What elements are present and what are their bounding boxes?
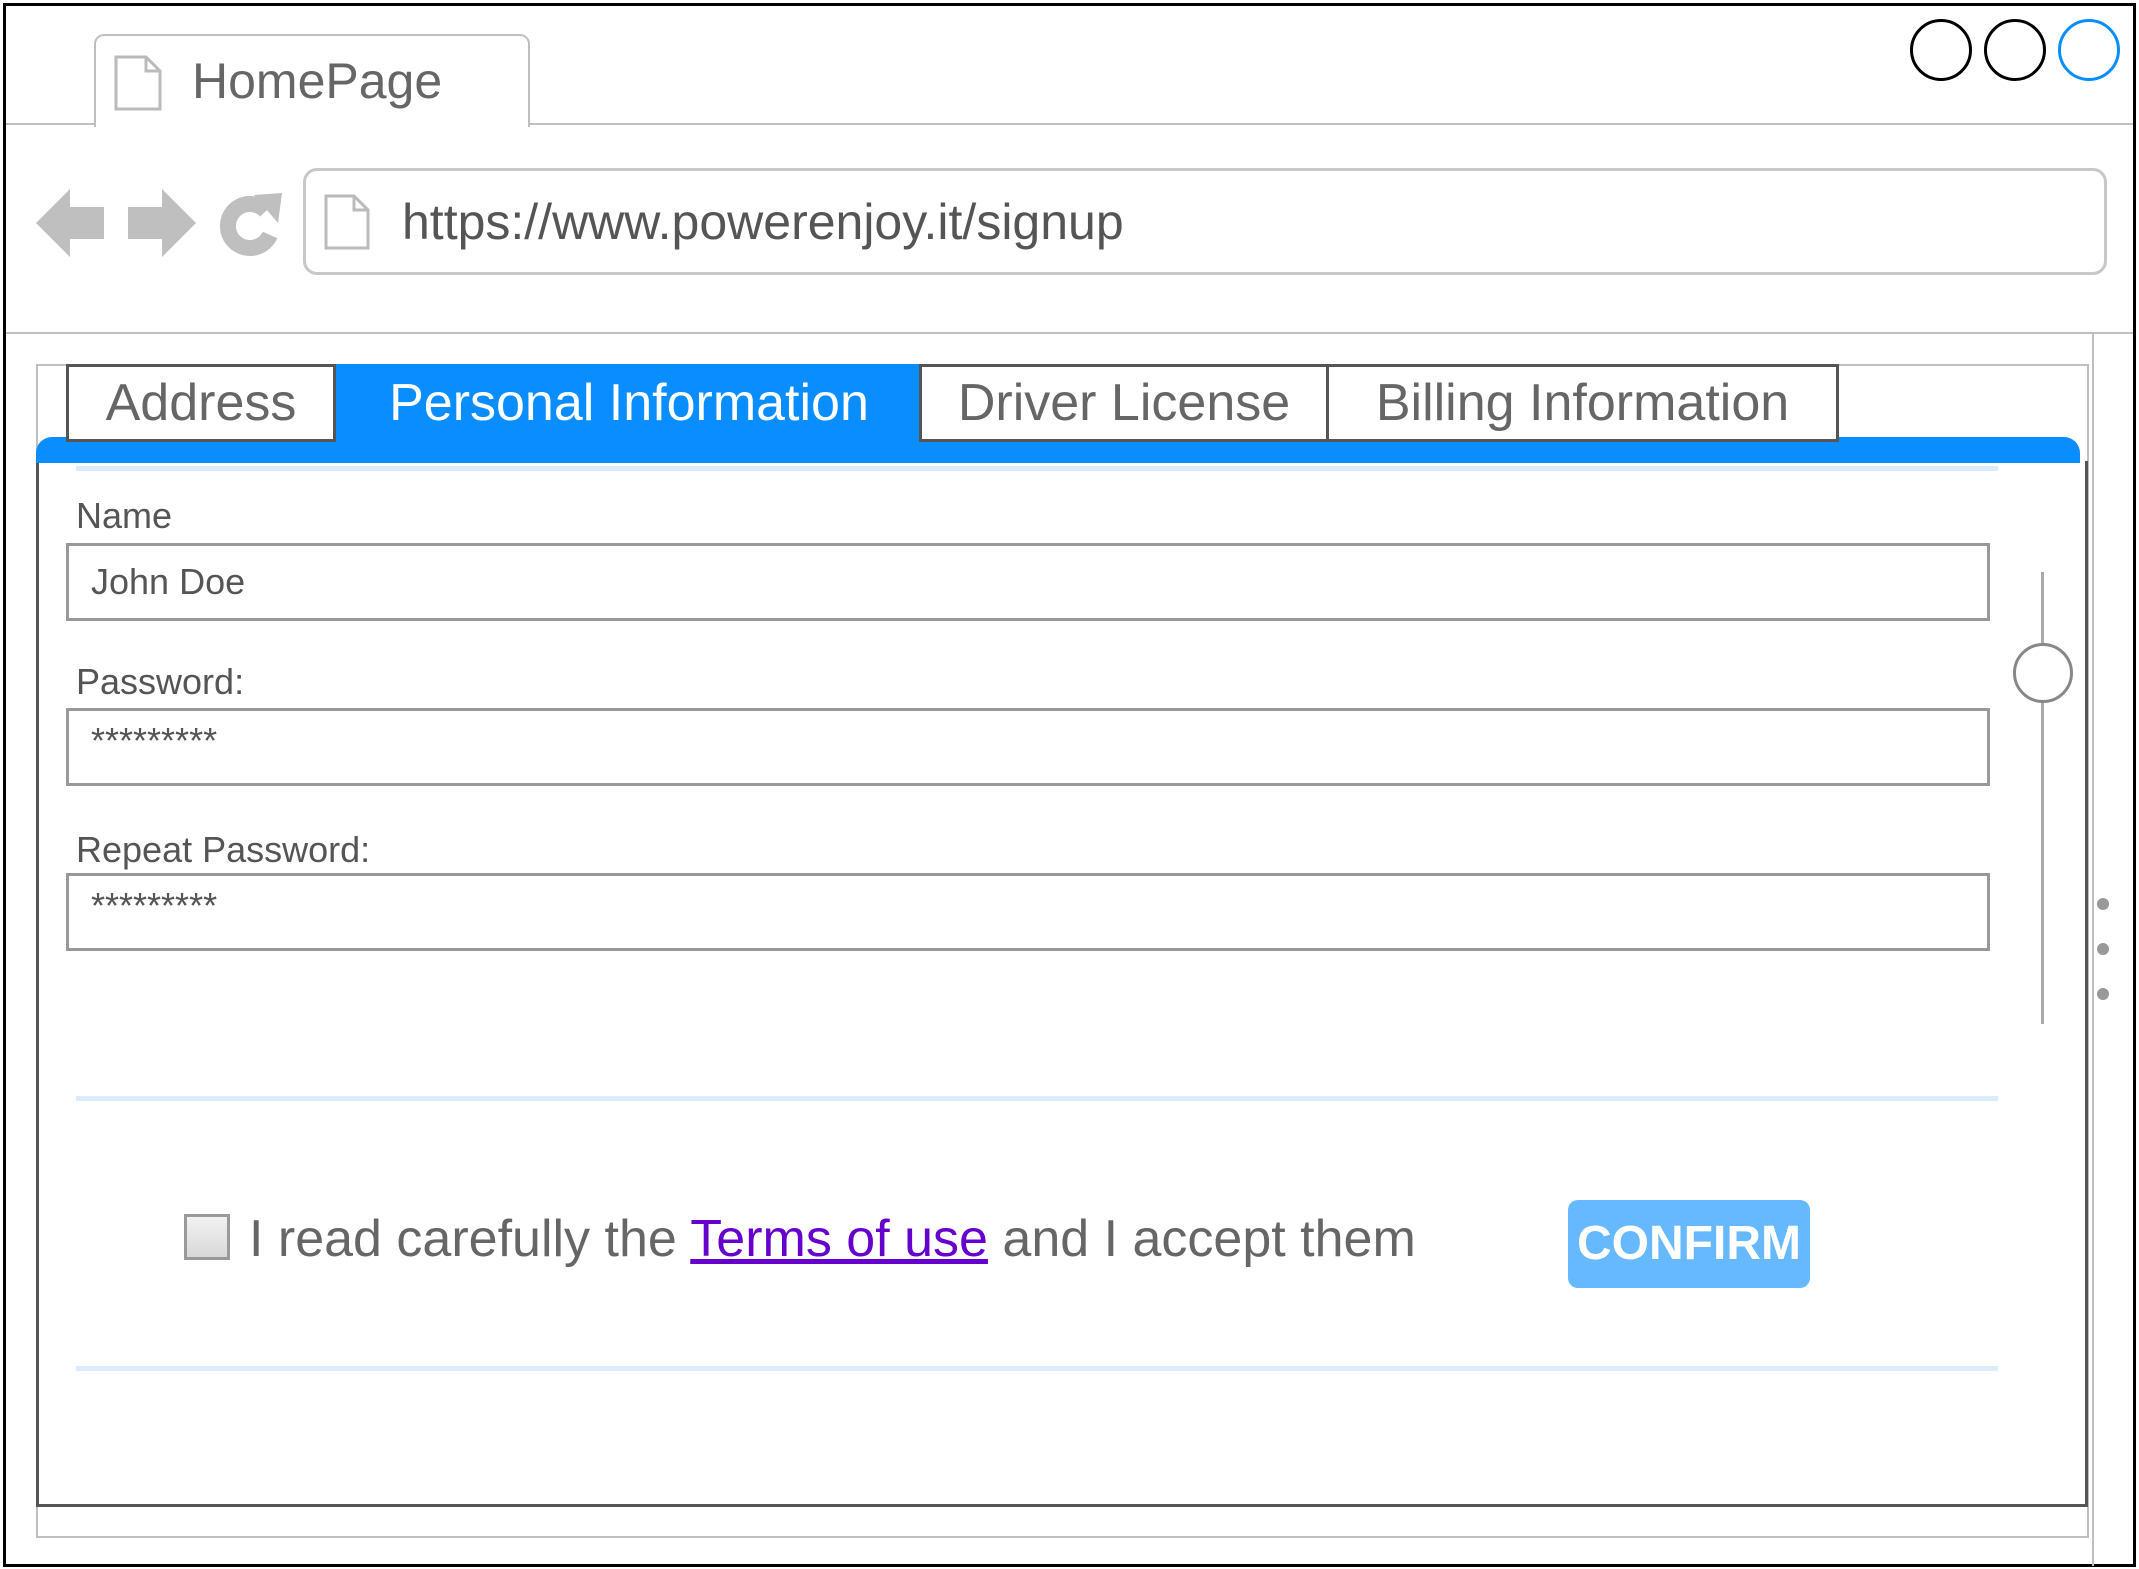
name-label: Name: [76, 495, 173, 536]
confirm-button[interactable]: CONFIRM: [1568, 1200, 1810, 1288]
form-scrollbar-thumb[interactable]: [2013, 643, 2073, 703]
url-text[interactable]: https://www.powerenjoy.it/signup: [402, 193, 1124, 251]
window-scrollbar-track[interactable]: [2092, 332, 2094, 1566]
close-button[interactable]: [2058, 19, 2120, 81]
name-input[interactable]: John Doe: [66, 543, 1990, 621]
divider: [76, 466, 1998, 471]
terms-text: I read carefully the Terms of use and I …: [249, 1208, 1416, 1270]
repeat-password-label: Repeat Password:: [76, 829, 371, 870]
tab-billing-information[interactable]: Billing Information: [1326, 364, 1839, 442]
reload-icon[interactable]: [216, 185, 286, 261]
terms-checkbox[interactable]: [184, 1214, 230, 1260]
browser-window: HomePage https://www.powerenjoy.it/signu…: [0, 0, 2139, 1569]
repeat-password-input[interactable]: *********: [66, 873, 1990, 951]
terms-prefix: I read carefully the: [249, 1210, 677, 1268]
password-input[interactable]: *********: [66, 708, 1990, 786]
minimize-button[interactable]: [1910, 19, 1972, 81]
forward-arrow-icon[interactable]: [126, 185, 196, 261]
divider: [76, 1366, 1998, 1371]
scroll-dot: [2097, 943, 2109, 955]
password-label: Password:: [76, 661, 245, 702]
page-icon: [324, 194, 370, 250]
maximize-button[interactable]: [1984, 19, 2046, 81]
scroll-dot: [2097, 988, 2109, 1000]
page-icon: [114, 55, 162, 111]
terms-suffix: and I accept them: [1002, 1210, 1416, 1268]
tab-driver-license[interactable]: Driver License: [919, 364, 1329, 442]
divider: [76, 1096, 1998, 1101]
tab-address[interactable]: Address: [66, 364, 336, 442]
nav-divider: [6, 332, 2133, 334]
scroll-dot: [2097, 898, 2109, 910]
tab-title: HomePage: [192, 53, 443, 109]
form-scrollbar-track[interactable]: [2041, 572, 2044, 1024]
tab-personal-information[interactable]: Personal Information: [336, 364, 922, 442]
back-arrow-icon[interactable]: [36, 185, 106, 261]
terms-of-use-link[interactable]: Terms of use: [690, 1210, 988, 1268]
